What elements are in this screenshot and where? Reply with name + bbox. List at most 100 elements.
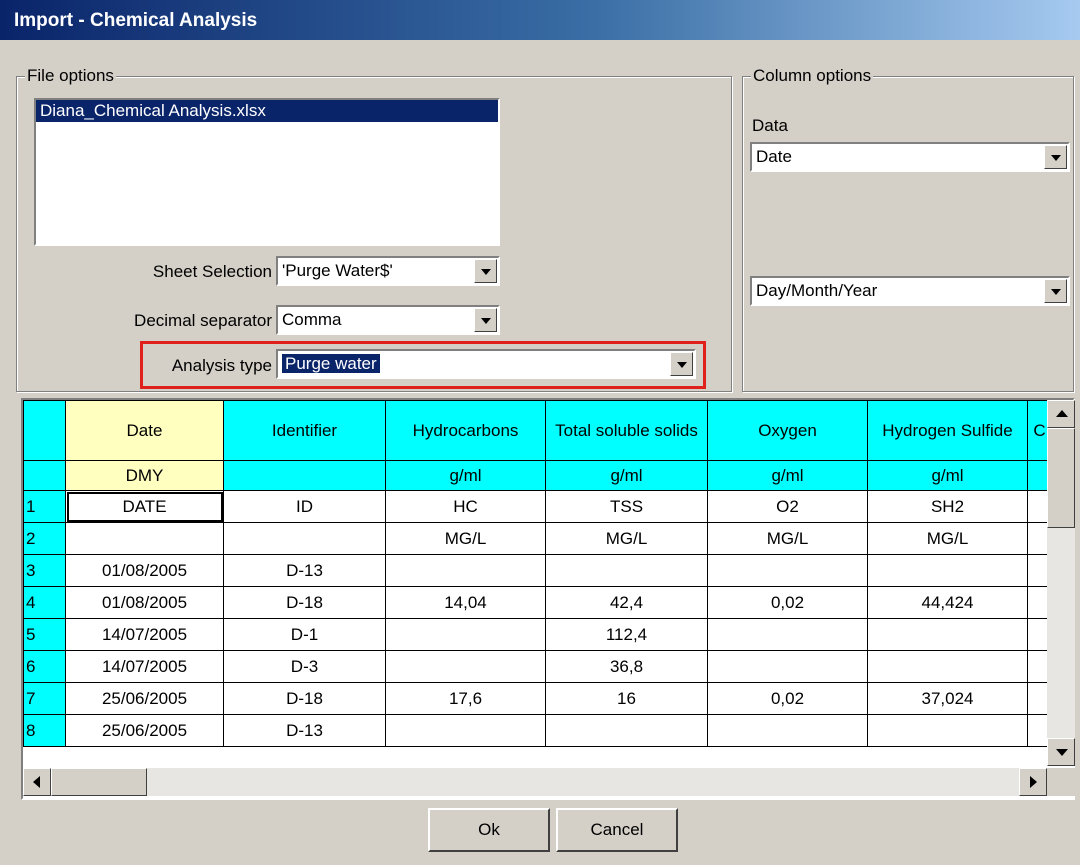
table-row: 2 MG/L MG/L MG/L MG/L — [23, 522, 1052, 555]
column-header[interactable]: Hydrocarbons — [385, 400, 546, 461]
chevron-down-icon[interactable] — [670, 352, 693, 376]
column-header[interactable]: Hydrogen Sulfide — [867, 400, 1028, 461]
grid-cell[interactable] — [385, 554, 546, 587]
row-number[interactable]: 2 — [23, 522, 66, 555]
grid-cell[interactable]: 01/08/2005 — [65, 554, 224, 587]
grid-cell[interactable]: 36,8 — [545, 650, 708, 683]
row-number[interactable]: 4 — [23, 586, 66, 619]
grid-cell[interactable]: 42,4 — [545, 586, 708, 619]
grid-cell[interactable] — [867, 650, 1028, 683]
row-number[interactable]: 7 — [23, 682, 66, 715]
grid-cell[interactable] — [707, 714, 868, 747]
grid-cell[interactable] — [385, 618, 546, 651]
grid-cell[interactable]: 14/07/2005 — [65, 618, 224, 651]
data-grid[interactable]: Date Identifier Hydrocarbons Total solub… — [21, 398, 1075, 800]
grid-cell[interactable]: 0,02 — [707, 682, 868, 715]
grid-cell[interactable]: 01/08/2005 — [65, 586, 224, 619]
row-number[interactable]: 3 — [23, 554, 66, 587]
grid-cell[interactable]: D-3 — [223, 650, 386, 683]
unit-cell: g/ml — [867, 460, 1028, 491]
window-title: Import - Chemical Analysis — [0, 0, 1080, 40]
date-format-select[interactable]: Day/Month/Year — [750, 276, 1070, 306]
column-options-legend: Column options — [751, 66, 874, 86]
grid-cell[interactable]: 25/06/2005 — [65, 714, 224, 747]
grid-cell[interactable] — [707, 618, 868, 651]
grid-cell[interactable] — [545, 554, 708, 587]
grid-cell[interactable]: D-18 — [223, 682, 386, 715]
grid-cell[interactable]: 0,02 — [707, 586, 868, 619]
chevron-down-icon[interactable] — [1044, 279, 1067, 303]
grid-cell[interactable] — [867, 554, 1028, 587]
chevron-down-icon[interactable] — [1044, 145, 1067, 169]
chevron-down-icon[interactable] — [474, 308, 497, 332]
grid-cell[interactable]: TSS — [545, 490, 708, 523]
grid-cell[interactable]: D-13 — [223, 554, 386, 587]
grid-cell[interactable] — [545, 714, 708, 747]
grid-cell[interactable] — [867, 618, 1028, 651]
row-number[interactable]: 8 — [23, 714, 66, 747]
scroll-left-icon[interactable] — [23, 768, 51, 796]
ok-button[interactable]: Ok — [428, 808, 550, 852]
grid-cell[interactable]: D-1 — [223, 618, 386, 651]
unit-row: DMY g/ml g/ml g/ml g/ml — [23, 460, 1052, 491]
data-select[interactable]: Date — [750, 142, 1070, 172]
sheet-selection-select[interactable]: 'Purge Water$' — [276, 256, 500, 286]
grid-cell[interactable]: MG/L — [385, 522, 546, 555]
row-number[interactable]: 1 — [23, 490, 66, 523]
grid-cell[interactable] — [707, 554, 868, 587]
horizontal-scrollbar[interactable] — [23, 768, 1047, 796]
file-options-legend: File options — [25, 66, 116, 86]
row-number[interactable]: 5 — [23, 618, 66, 651]
grid-cell[interactable] — [65, 522, 224, 555]
grid-cell[interactable]: 25/06/2005 — [65, 682, 224, 715]
grid-cell[interactable] — [385, 714, 546, 747]
decimal-separator-value: Comma — [282, 310, 342, 329]
cancel-button[interactable]: Cancel — [556, 808, 678, 852]
grid-cell[interactable]: O2 — [707, 490, 868, 523]
grid-cell[interactable]: MG/L — [545, 522, 708, 555]
grid-cell[interactable]: ID — [223, 490, 386, 523]
grid-cell[interactable]: 17,6 — [385, 682, 546, 715]
column-header[interactable]: Identifier — [223, 400, 386, 461]
grid-cell[interactable] — [223, 522, 386, 555]
column-options-group: Column options — [742, 66, 1074, 392]
table-row: 4 01/08/2005 D-18 14,04 42,4 0,02 44,424 — [23, 586, 1052, 619]
grid-cell[interactable]: MG/L — [707, 522, 868, 555]
table-row: 3 01/08/2005 D-13 — [23, 554, 1052, 587]
grid-cell[interactable]: 112,4 — [545, 618, 708, 651]
grid-cell[interactable]: 44,424 — [867, 586, 1028, 619]
grid-cell[interactable]: D-18 — [223, 586, 386, 619]
column-header[interactable]: Total soluble solids — [545, 400, 708, 461]
file-list-item[interactable]: Diana_Chemical Analysis.xlsx — [36, 100, 498, 122]
scroll-down-icon[interactable] — [1047, 738, 1075, 766]
analysis-type-value: Purge water — [282, 354, 380, 373]
file-list[interactable]: Diana_Chemical Analysis.xlsx — [34, 98, 500, 246]
decimal-separator-label: Decimal separator — [134, 311, 272, 330]
grid-cell[interactable] — [385, 650, 546, 683]
horizontal-scroll-thumb[interactable] — [51, 768, 147, 796]
grid-cell[interactable] — [707, 650, 868, 683]
data-label: Data — [752, 116, 788, 135]
decimal-separator-select[interactable]: Comma — [276, 305, 500, 335]
grid-cell[interactable]: 14,04 — [385, 586, 546, 619]
grid-cell[interactable]: MG/L — [867, 522, 1028, 555]
scroll-up-icon[interactable] — [1047, 400, 1075, 428]
grid-cell[interactable]: SH2 — [867, 490, 1028, 523]
grid-cell[interactable]: 37,024 — [867, 682, 1028, 715]
grid-cell[interactable]: 14/07/2005 — [65, 650, 224, 683]
chevron-down-icon[interactable] — [474, 259, 497, 283]
grid-cell[interactable] — [867, 714, 1028, 747]
scroll-right-icon[interactable] — [1019, 768, 1047, 796]
grid-cell[interactable]: 16 — [545, 682, 708, 715]
column-header[interactable]: Date — [65, 400, 224, 461]
scrollbar-corner — [1047, 768, 1075, 796]
grid-cell[interactable]: D-13 — [223, 714, 386, 747]
corner-cell — [23, 400, 66, 461]
grid-cell[interactable]: HC — [385, 490, 546, 523]
grid-cell[interactable]: DATE — [65, 490, 224, 523]
analysis-type-select[interactable]: Purge water — [276, 349, 696, 379]
vertical-scrollbar[interactable] — [1047, 400, 1075, 766]
row-number[interactable]: 6 — [23, 650, 66, 683]
vertical-scroll-thumb[interactable] — [1047, 428, 1075, 528]
column-header[interactable]: Oxygen — [707, 400, 868, 461]
